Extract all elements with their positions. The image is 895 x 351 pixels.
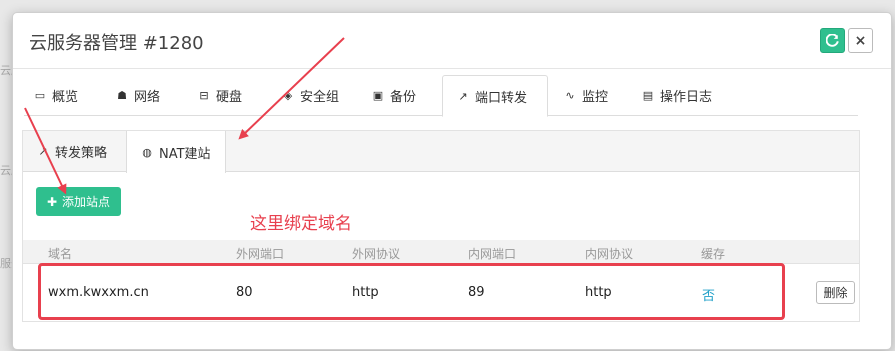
tab-port-forwarding[interactable]: ↗ 端口转发 [442, 75, 548, 117]
delete-button[interactable]: 删除 [816, 281, 855, 304]
add-site-button[interactable]: ✚ 添加站点 [36, 187, 121, 216]
external-link-icon: ↗ [38, 145, 48, 158]
refresh-icon [826, 34, 839, 47]
tab-monitoring[interactable]: ∿ 监控 [556, 75, 616, 116]
column-header-ext-protocol: 外网协议 [352, 247, 401, 261]
close-icon: × [854, 32, 867, 49]
column-header-cache: 缓存 [701, 247, 726, 261]
monitor-icon: ▭ [34, 89, 46, 102]
tab-label: 备份 [390, 90, 417, 105]
tab-label: 硬盘 [216, 90, 243, 105]
annotation-text: 这里绑定域名 [250, 214, 352, 234]
tab-label: 端口转发 [475, 90, 528, 106]
tab-label: 操作日志 [660, 90, 713, 105]
tab-label: 概览 [52, 90, 79, 105]
tab-backup[interactable]: ▣ 备份 [364, 75, 424, 116]
tab-operation-log[interactable]: ▤ 操作日志 [634, 75, 720, 116]
globe-icon: ◍ [142, 145, 152, 159]
table-header: 域名 外网端口 外网协议 内网端口 内网协议 缓存 [23, 240, 859, 264]
subtab-label: NAT建站 [159, 146, 211, 162]
modal-header: 云服务器管理 #1280 × [13, 13, 891, 69]
add-site-label: 添加站点 [62, 195, 111, 209]
subtab-label: 转发策略 [55, 146, 108, 161]
tab-network[interactable]: ☗ 网络 [108, 75, 168, 116]
modal-title: 云服务器管理 #1280 [29, 33, 204, 54]
tab-overview[interactable]: ▭ 概览 [26, 75, 86, 116]
main-tab-bar: ▭ 概览 ☗ 网络 ⊟ 硬盘 ◈ 安全组 ▣ 备份 ↗ 端口转发 ∿ 监控 ▤ … [24, 75, 858, 117]
refresh-button[interactable] [820, 28, 845, 53]
tab-label: 安全组 [300, 90, 340, 105]
shield-icon: ◈ [283, 89, 293, 102]
pulse-icon: ∿ [565, 89, 575, 102]
column-header-domain: 域名 [48, 247, 73, 261]
column-header-ext-port: 外网端口 [236, 247, 285, 261]
column-header-int-port: 内网端口 [468, 247, 517, 261]
tab-label: 监控 [582, 90, 609, 105]
save-icon: ▣ [372, 89, 384, 102]
subtab-nat-site[interactable]: ◍ NAT建站 [126, 131, 226, 173]
tab-disk[interactable]: ⊟ 硬盘 [190, 75, 250, 116]
highlight-box [38, 263, 785, 320]
plus-icon: ✚ [46, 194, 58, 209]
tab-label: 网络 [134, 90, 161, 105]
column-header-int-protocol: 内网协议 [585, 247, 634, 261]
tab-security-group[interactable]: ◈ 安全组 [274, 75, 347, 116]
sub-tab-bar: ↗ 转发策略 ◍ NAT建站 [23, 131, 859, 173]
close-button[interactable]: × [848, 28, 873, 53]
sitemap-icon: ☗ [117, 89, 127, 102]
external-link-icon: ↗ [458, 89, 468, 103]
subtab-forwarding-policy[interactable]: ↗ 转发策略 [23, 131, 121, 172]
hdd-icon: ⊟ [199, 89, 209, 102]
file-icon: ▤ [642, 89, 654, 102]
